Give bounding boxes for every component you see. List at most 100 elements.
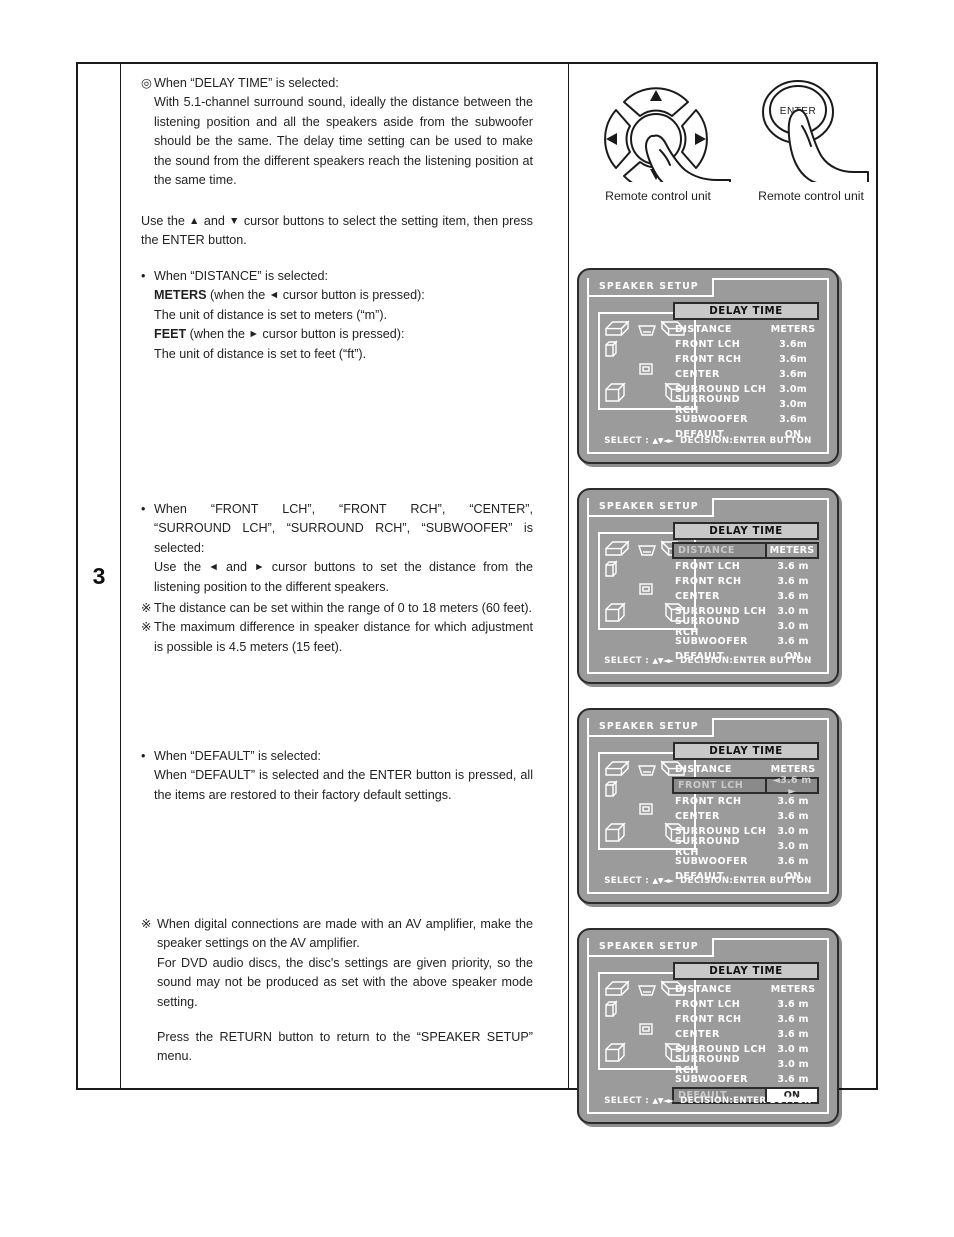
osd-row[interactable]: SURROUND RCH 3.0m [673, 397, 819, 412]
cursor-instr-mid: and [200, 214, 229, 228]
osd-row-label: SURROUND RCH [673, 394, 767, 416]
osd-row-value[interactable]: ◄3.6 m ► [765, 779, 817, 792]
osd-row[interactable]: SUBWOOFER 3.6 m [673, 634, 819, 649]
osd-settings-list: DELAY TIME DISTANCE METERS FRONT LCH 3.6… [673, 302, 819, 442]
osd-row[interactable]: FRONT RCH 3.6 m [673, 1012, 819, 1027]
bullet-marker-icon: • [141, 747, 145, 766]
osd-row-value: 3.6 m [767, 1014, 819, 1025]
osd-row[interactable]: CENTER 3.6 m [673, 1027, 819, 1042]
osd-row-value: 3.6 m [767, 576, 819, 587]
page-frame: 3 ◎ When “DELAY TIME” is selected: With … [76, 62, 878, 1090]
osd-footer-decision: DECISION:ENTER BUTTON [677, 876, 812, 886]
default-body: When “DEFAULT” is selected and the ENTER… [141, 766, 533, 805]
feet-description: The unit of distance is set to feet (“ft… [141, 345, 533, 364]
remote-caption-1: Remote control unit [584, 189, 732, 203]
osd-row[interactable]: FRONT RCH 3.6m [673, 352, 819, 367]
osd-row[interactable]: FRONT RCH 3.6 m [673, 794, 819, 809]
osd-row-value: 3.0 m [767, 1059, 819, 1070]
osd-row[interactable]: DISTANCE METERS [673, 322, 819, 337]
default-heading: When “DEFAULT” is selected: [154, 749, 321, 763]
digital-note-row: ※ When digital connections are made with… [141, 915, 533, 954]
return-button-note: Press the RETURN button to return to the… [141, 1028, 533, 1067]
osd-row[interactable]: FRONT RCH 3.6 m [673, 574, 819, 589]
osd-title: SPEAKER SETUP [589, 498, 714, 517]
osd-row-value: 3.6 m [767, 1029, 819, 1040]
osd-row-label: DISTANCE [673, 764, 767, 775]
cursor-pad-icon [584, 72, 732, 182]
right-arrow-icon: ► [254, 561, 264, 573]
osd-footer-select: SELECT : [604, 656, 649, 666]
osd-row-value: 3.6 m [767, 796, 819, 807]
osd-row-selected[interactable]: DISTANCE METERS [672, 542, 819, 559]
remote-enter-illustration: ENTER Remote control unit [736, 72, 886, 203]
digital-note-para-2: For DVD audio discs, the disc's settings… [141, 954, 533, 1012]
digital-connection-note-section: ※ When digital connections are made with… [141, 915, 533, 1067]
osd-inner-border: SPEAKER SETUP DELAY TIME DISTANCE ME [587, 278, 829, 454]
osd-row[interactable]: FRONT LCH 3.6 m [673, 559, 819, 574]
osd-row-value: 3.6 m [767, 1074, 819, 1085]
meters-post: cursor button is pressed): [279, 288, 425, 302]
osd-row[interactable]: FRONT LCH 3.6 m [673, 997, 819, 1012]
osd-row[interactable]: CENTER 3.6 m [673, 589, 819, 604]
default-heading-row: • When “DEFAULT” is selected: [141, 747, 533, 766]
distance-heading-row: • When “DISTANCE” is selected: [141, 267, 533, 286]
osd-row-value[interactable]: METERS [765, 544, 817, 557]
osd-footer: SELECT : ▲▼◄► DECISION:ENTER BUTTON [589, 656, 827, 666]
osd-footer: SELECT : ▲▼◄► DECISION:ENTER BUTTON [589, 1096, 827, 1106]
osd-row[interactable]: FRONT LCH 3.6m [673, 337, 819, 352]
channel-body-mid: and [219, 560, 254, 574]
osd-rows: DISTANCE METERS FRONT LCH 3.6 m FRONT RC… [673, 542, 819, 664]
osd-row[interactable]: SURROUND RCH 3.0 m [673, 1057, 819, 1072]
meters-pre: (when the [206, 288, 268, 302]
osd-row[interactable]: SUBWOOFER 3.6 m [673, 854, 819, 869]
osd-footer-decision: DECISION:ENTER BUTTON [677, 436, 812, 446]
osd-row-label: FRONT LCH [673, 339, 767, 350]
osd-row-label: DISTANCE [673, 984, 767, 995]
osd-screen-1: SPEAKER SETUP DELAY TIME DISTANCE ME [577, 268, 839, 464]
osd-row[interactable]: SURROUND RCH 3.0 m [673, 839, 819, 854]
channel-heading-line1: When “FRONT LCH”, “FRONT RCH”, “CENTER”, [154, 500, 533, 519]
osd-settings-list: DELAY TIME DISTANCE METERS FRONT LCH ◄3.… [673, 742, 819, 884]
delay-time-section: ◎ When “DELAY TIME” is selected: With 5.… [141, 74, 533, 190]
osd-row[interactable]: CENTER 3.6 m [673, 809, 819, 824]
osd-screen-2: SPEAKER SETUP DELAY TIME DISTANCE [577, 488, 839, 684]
down-arrow-icon: ▼ [229, 215, 240, 227]
osd-header-delay-time: DELAY TIME [673, 522, 819, 540]
step-number-column: 3 [78, 64, 121, 1088]
instruction-text-column: ◎ When “DELAY TIME” is selected: With 5.… [121, 64, 569, 1088]
osd-row[interactable]: SUBWOOFER 3.6m [673, 412, 819, 427]
cursor-instruction-text: Use the ▲ and ▼ cursor buttons to select… [141, 212, 533, 251]
distance-heading: When “DISTANCE” is selected: [154, 269, 328, 283]
osd-row-label: FRONT RCH [673, 796, 767, 807]
osd-screen-4: SPEAKER SETUP DELAY TIME DISTANCE ME [577, 928, 839, 1124]
osd-settings-list: DELAY TIME DISTANCE METERS FRONT LCH 3.6… [673, 522, 819, 664]
osd-footer-arrow-icons: ▲▼◄► [652, 656, 673, 665]
osd-rows: DISTANCE METERS FRONT LCH 3.6m FRONT RCH… [673, 322, 819, 442]
channel-note-1: The distance can be set within the range… [154, 601, 532, 615]
osd-row[interactable]: SURROUND RCH 3.0 m [673, 619, 819, 634]
osd-row[interactable]: DISTANCE METERS [673, 982, 819, 997]
feet-post: cursor button is pressed): [259, 327, 405, 341]
osd-row-value: 3.0m [767, 384, 819, 395]
osd-row-label: CENTER [673, 1029, 767, 1040]
osd-row-value: 3.6 m [767, 811, 819, 822]
delay-time-heading-row: ◎ When “DELAY TIME” is selected: [141, 74, 533, 93]
osd-row-label: SUBWOOFER [673, 636, 767, 647]
osd-row[interactable]: SUBWOOFER 3.6 m [673, 1072, 819, 1087]
osd-row[interactable]: CENTER 3.6m [673, 367, 819, 382]
osd-row-label: FRONT RCH [673, 354, 767, 365]
osd-row-value: 3.6m [767, 414, 819, 425]
channel-note-2-row: ※ The maximum difference in speaker dist… [141, 618, 533, 657]
remote-caption-2: Remote control unit [736, 189, 886, 203]
meters-description: The unit of distance is set to meters (“… [141, 306, 533, 325]
osd-row-label: SURROUND RCH [673, 836, 767, 858]
osd-row-selected[interactable]: FRONT LCH ◄3.6 m ► [672, 777, 819, 794]
distance-section: • When “DISTANCE” is selected: METERS (w… [141, 267, 533, 364]
osd-row-value: 3.0 m [767, 841, 819, 852]
reference-mark-icon: ※ [141, 618, 152, 637]
meters-definition-line: METERS (when the ◄ cursor button is pres… [141, 286, 533, 305]
osd-header-delay-time: DELAY TIME [673, 962, 819, 980]
osd-footer-decision: DECISION:ENTER BUTTON [677, 1096, 812, 1106]
illustration-column: Remote control unit ENTER Remote control… [569, 64, 876, 1088]
osd-row-label: FRONT LCH [673, 999, 767, 1010]
